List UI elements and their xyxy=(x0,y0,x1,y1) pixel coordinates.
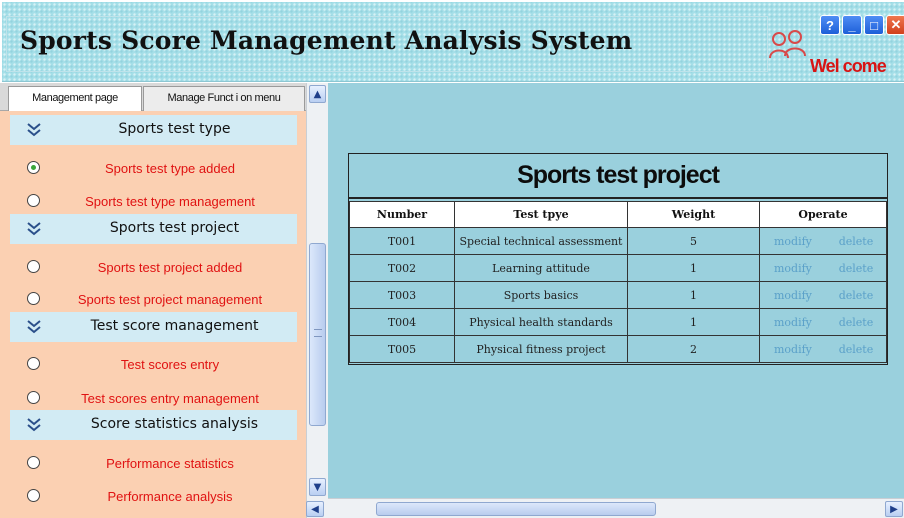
delete-link[interactable]: delete xyxy=(825,308,887,336)
maximize-button[interactable]: □ xyxy=(864,15,884,35)
modify-link[interactable]: modify xyxy=(758,254,826,282)
double-chevron-down-icon xyxy=(27,418,41,432)
cell-weight: 5 xyxy=(627,227,760,255)
table-row: T003 Sports basics 1 modify delete xyxy=(349,281,887,309)
help-button[interactable]: ? xyxy=(820,15,840,35)
section-title: Score statistics analysis xyxy=(90,416,259,432)
menu-item-label: Sports test type management xyxy=(85,194,255,209)
menu-item-label: Sports test project management xyxy=(77,292,263,307)
users-icon xyxy=(769,30,806,59)
cell-weight: 2 xyxy=(627,335,760,363)
horizontal-scroll-thumb[interactable] xyxy=(376,502,656,516)
minimize-button[interactable]: _ xyxy=(842,15,862,35)
menu-item-performance-statistics[interactable]: Performance statistics xyxy=(0,452,306,476)
tab-manage-function-menu[interactable]: Manage Funct i on menu xyxy=(143,86,305,111)
cell-number: T003 xyxy=(349,281,455,309)
section-title: Sports test type xyxy=(118,121,231,137)
close-button[interactable]: ✕ xyxy=(886,15,904,35)
radio-icon[interactable] xyxy=(27,489,40,502)
cell-number: T004 xyxy=(349,308,455,336)
scroll-left-button[interactable]: ◀ xyxy=(306,501,324,517)
app-window: Sports Score Management Analysis System … xyxy=(0,0,904,518)
table-title: Sports test project xyxy=(349,154,887,199)
welcome-text: Wel come xyxy=(810,56,887,76)
cell-test-type: Sports basics xyxy=(454,281,628,309)
table-header-row: Number Test tpye Weight Operate xyxy=(349,201,887,228)
menu-item-test-scores-entry[interactable]: Test scores entry xyxy=(0,353,306,377)
radio-icon[interactable] xyxy=(27,292,40,305)
cell-test-type: Special technical assessment xyxy=(454,227,628,255)
menu-item-label: Test scores entry management xyxy=(81,391,259,406)
project-table-panel: Sports test project Number Test tpye Wei… xyxy=(348,153,888,365)
scroll-grip xyxy=(314,329,322,337)
radio-icon[interactable] xyxy=(27,357,40,370)
radio-icon[interactable] xyxy=(27,194,40,207)
menu-item-label: Sports test project added xyxy=(97,260,243,275)
delete-link[interactable]: delete xyxy=(825,335,887,363)
section-header-sports-test-type[interactable]: Sports test type xyxy=(10,115,297,145)
section-header-sports-test-project[interactable]: Sports test project xyxy=(10,214,297,244)
radio-icon[interactable] xyxy=(27,456,40,469)
table-row: T002 Learning attitude 1 modify delete xyxy=(349,254,887,282)
cell-weight: 1 xyxy=(627,254,760,282)
cell-weight: 1 xyxy=(627,308,760,336)
radio-icon[interactable] xyxy=(27,260,40,273)
scroll-right-button[interactable]: ▶ xyxy=(885,501,903,517)
sidebar-scrollbar[interactable]: ▲ ▼ xyxy=(306,83,328,518)
cell-test-type: Physical health standards xyxy=(454,308,628,336)
cell-test-type: Physical fitness project xyxy=(454,335,628,363)
main-content: Sports test project Number Test tpye Wei… xyxy=(328,83,904,498)
delete-link[interactable]: delete xyxy=(825,281,887,309)
tab-management-page[interactable]: Management page xyxy=(8,86,142,111)
table-row: T001 Special technical assessment 5 modi… xyxy=(349,227,887,255)
modify-link[interactable]: modify xyxy=(758,227,826,255)
table-row: T005 Physical fitness project 2 modify d… xyxy=(349,335,887,363)
scroll-thumb[interactable] xyxy=(309,243,326,426)
project-table: Number Test tpye Weight Operate T001 Spe… xyxy=(349,201,887,363)
radio-selected-icon[interactable] xyxy=(27,161,40,174)
modify-link[interactable]: modify xyxy=(758,335,826,363)
column-header-number: Number xyxy=(349,201,455,228)
section-header-score-statistics-analysis[interactable]: Score statistics analysis xyxy=(10,410,297,440)
scroll-up-button[interactable]: ▲ xyxy=(309,85,326,103)
cell-weight: 1 xyxy=(627,281,760,309)
delete-link[interactable]: delete xyxy=(825,227,887,255)
main-horizontal-scrollbar[interactable]: ◀ ▶ xyxy=(306,498,904,518)
sidebar: Management page Manage Funct i on menu S… xyxy=(0,83,328,518)
radio-icon[interactable] xyxy=(27,391,40,404)
menu-item-sports-test-project-added[interactable]: Sports test project added xyxy=(0,256,306,280)
column-header-weight: Weight xyxy=(627,201,760,228)
column-header-test-type: Test tpye xyxy=(454,201,628,228)
cell-number: T002 xyxy=(349,254,455,282)
menu-item-test-scores-entry-management[interactable]: Test scores entry management xyxy=(0,387,306,411)
sidebar-tab-bar: Management page Manage Funct i on menu xyxy=(0,83,306,111)
modify-link[interactable]: modify xyxy=(758,308,826,336)
double-chevron-down-icon xyxy=(27,320,41,334)
cell-number: T001 xyxy=(349,227,455,255)
menu-item-performance-analysis[interactable]: Performance analysis xyxy=(0,485,306,509)
header-banner: Sports Score Management Analysis System … xyxy=(2,2,904,82)
delete-link[interactable]: delete xyxy=(825,254,887,282)
menu-item-label: Performance analysis xyxy=(107,489,233,504)
menu-item-label: Test scores entry xyxy=(120,357,220,372)
cell-number: T005 xyxy=(349,335,455,363)
section-title: Test score management xyxy=(90,318,259,334)
cell-test-type: Learning attitude xyxy=(454,254,628,282)
menu-item-sports-test-type-management[interactable]: Sports test type management xyxy=(0,190,306,214)
column-header-operate: Operate xyxy=(759,201,887,228)
scroll-down-button[interactable]: ▼ xyxy=(309,478,326,496)
menu-item-label: Sports test type added xyxy=(104,161,236,176)
menu-item-sports-test-type-added[interactable]: Sports test type added xyxy=(0,157,306,181)
double-chevron-down-icon xyxy=(27,222,41,236)
table-row: T004 Physical health standards 1 modify … xyxy=(349,308,887,336)
app-title: Sports Score Management Analysis System xyxy=(20,26,633,55)
menu-item-label: Performance statistics xyxy=(106,456,234,471)
double-chevron-down-icon xyxy=(27,123,41,137)
menu-item-sports-test-project-management[interactable]: Sports test project management xyxy=(0,288,306,312)
section-header-test-score-management[interactable]: Test score management xyxy=(10,312,297,342)
section-title: Sports test project xyxy=(109,220,240,236)
modify-link[interactable]: modify xyxy=(758,281,826,309)
